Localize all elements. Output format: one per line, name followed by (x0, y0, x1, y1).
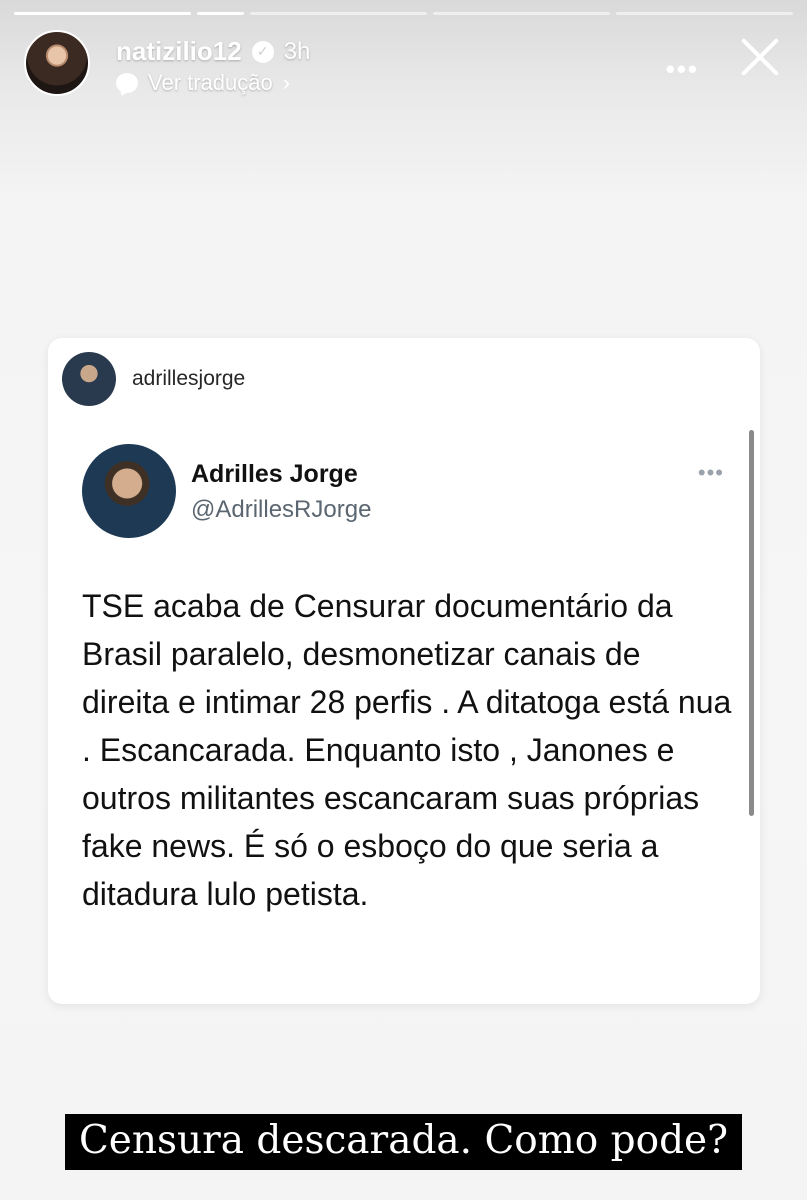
shared-post-card[interactable]: adrillesjorge Adrilles Jorge @AdrillesRJ… (48, 338, 760, 1004)
tweet-author-handle: @AdrillesRJorge (191, 496, 372, 523)
shared-post-username[interactable]: adrillesjorge (132, 367, 245, 391)
username-row: natizilio12 ✓ 3h (116, 36, 310, 67)
tweet-text: TSE acaba de Censurar documentário da Br… (82, 588, 732, 912)
progress-segment (616, 12, 793, 15)
progress-segment (433, 12, 610, 15)
translate-label: Ver tradução (148, 70, 273, 95)
caption-container: Censura descarada. Como pode? (0, 1114, 807, 1170)
scrollbar[interactable] (749, 430, 754, 816)
progress-segment-active (197, 12, 244, 15)
progress-segment (250, 12, 427, 15)
shared-post-avatar[interactable] (62, 352, 116, 406)
story-progress-bar (14, 12, 793, 16)
shared-post-header[interactable]: adrillesjorge (62, 352, 245, 406)
username[interactable]: natizilio12 (116, 36, 242, 67)
tweet-author-name: Adrilles Jorge (191, 460, 358, 488)
translate-bubble-icon (116, 73, 138, 93)
more-icon[interactable]: ••• (666, 54, 699, 85)
progress-segment (14, 12, 191, 15)
chevron-right-icon: › (282, 70, 291, 95)
close-icon[interactable] (737, 34, 783, 80)
post-time: 3h (283, 37, 311, 65)
translate-link[interactable]: Ver tradução › (116, 70, 290, 96)
verified-icon: ✓ (251, 40, 274, 63)
story-header: natizilio12 ✓ 3h Ver tradução › ••• (24, 30, 783, 100)
avatar[interactable] (24, 30, 90, 96)
story-caption: Censura descarada. Como pode? (64, 1114, 743, 1170)
tweet-more-icon: ••• (697, 460, 724, 485)
tweet-avatar (82, 444, 176, 538)
